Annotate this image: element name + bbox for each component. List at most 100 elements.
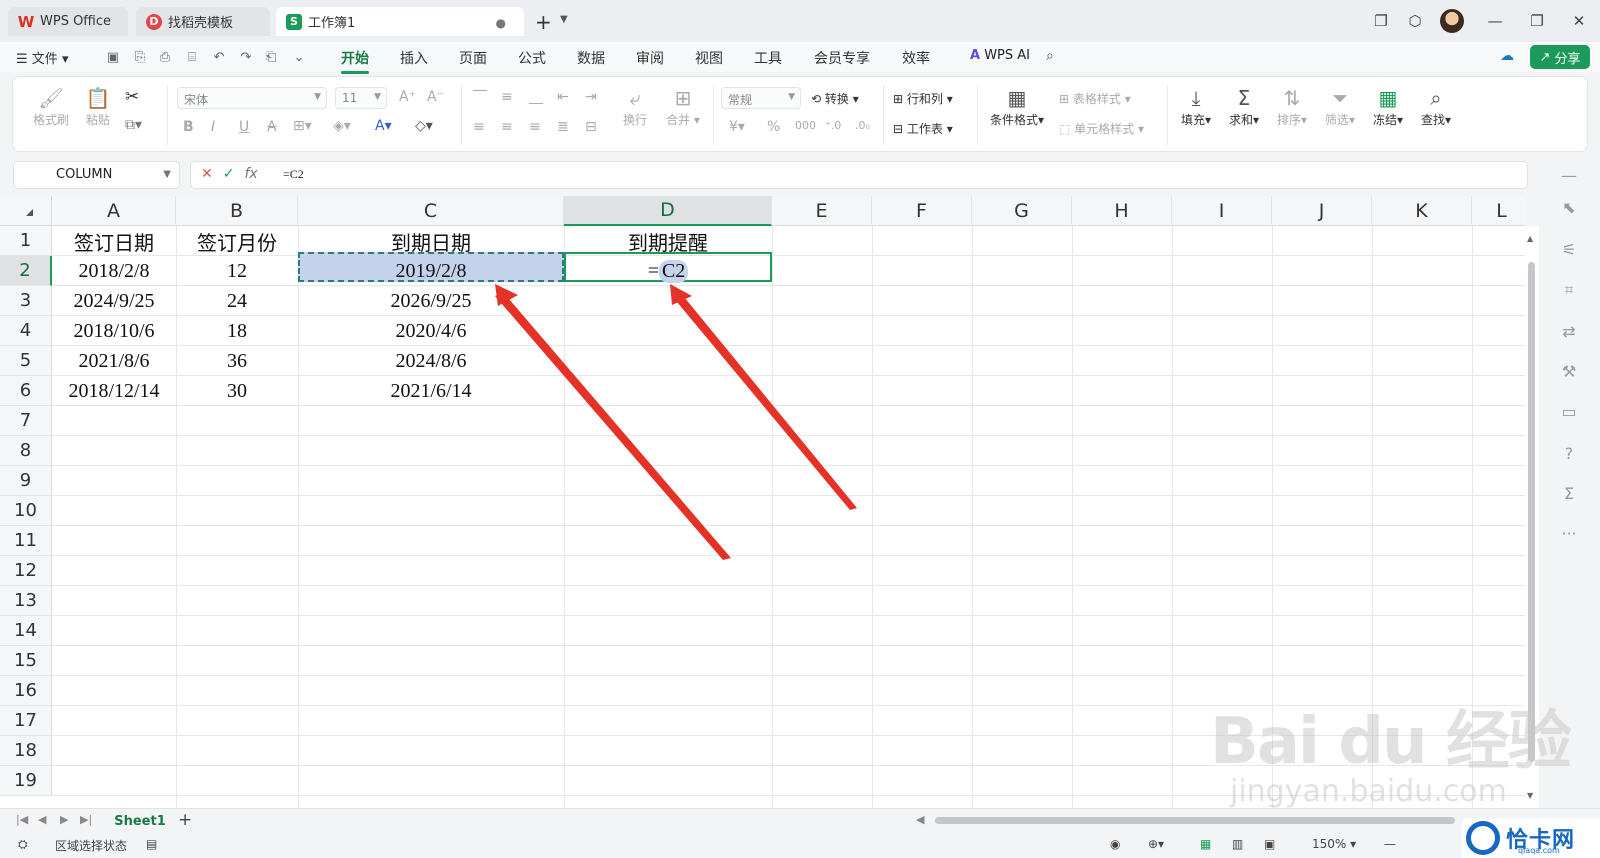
italic-icon[interactable]: I — [211, 119, 215, 135]
share-button[interactable]: ↗ 分享 — [1530, 45, 1590, 69]
cell-style-button[interactable]: ⬚ 单元格样式 ▾ — [1059, 120, 1144, 137]
column-header-b[interactable]: B — [176, 196, 298, 226]
tab-insert[interactable]: 插入 — [400, 48, 428, 68]
scroll-up-icon[interactable]: ▲ — [1527, 234, 1533, 243]
tab-start[interactable]: 开始 — [341, 48, 369, 74]
zoom-out-icon[interactable]: — — [1384, 837, 1396, 851]
paste-button[interactable]: 📋 粘贴 — [79, 85, 117, 128]
cell-d1[interactable]: 到期提醒 — [564, 226, 772, 256]
format-painter-button[interactable]: 🖌 格式刷 — [31, 85, 71, 128]
column-header-g[interactable]: G — [972, 196, 1072, 226]
crosshair-icon[interactable]: ⊕▾ — [1148, 837, 1164, 851]
sum-button[interactable]: Σ 求和▾ — [1223, 85, 1265, 128]
copy-icon[interactable]: ⧉▾ — [125, 117, 142, 133]
cell-d2-editing[interactable]: = C2 — [564, 256, 772, 286]
notes-icon[interactable]: ▤ — [146, 837, 157, 851]
filter-button[interactable]: ⏷ 筛选▾ — [1319, 85, 1361, 128]
column-header-c[interactable]: C — [298, 196, 564, 226]
row-header-18[interactable]: 18 — [0, 736, 52, 766]
tools-icon[interactable]: ⚒ — [1558, 362, 1580, 384]
border-icon[interactable]: ⊞▾ — [293, 118, 312, 134]
chevron-down-icon[interactable]: ▼ — [560, 14, 568, 25]
percent-icon[interactable]: % — [767, 119, 780, 135]
row-header-12[interactable]: 12 — [0, 556, 52, 586]
next-sheet-icon[interactable]: ▶ — [60, 813, 68, 826]
row-header-2[interactable]: 2 — [0, 256, 52, 286]
first-sheet-icon[interactable]: |◀ — [16, 813, 28, 826]
page-layout-icon[interactable]: ▥ — [1232, 837, 1243, 851]
row-header-19[interactable]: 19 — [0, 766, 52, 796]
indent-decrease-icon[interactable]: ⇤ — [557, 89, 569, 105]
align-bottom-icon[interactable]: ⎽ — [529, 89, 543, 105]
cell-b2[interactable]: 12 — [176, 256, 298, 286]
row-header-5[interactable]: 5 — [0, 346, 52, 376]
fx-icon[interactable]: fx — [244, 166, 257, 182]
cloud-upload-icon[interactable]: ☁ — [1500, 48, 1514, 64]
undo-icon[interactable]: ↶ — [210, 48, 228, 66]
window-layout-icon[interactable]: ❐ — [1368, 8, 1394, 34]
export-icon[interactable]: ⎘ — [131, 48, 149, 66]
collapse-icon[interactable]: — — [1558, 166, 1580, 188]
currency-icon[interactable]: ¥▾ — [729, 119, 745, 135]
worksheet-button[interactable]: ⊟ 工作表 ▾ — [893, 120, 953, 137]
tab-review[interactable]: 审阅 — [636, 48, 664, 68]
tab-member[interactable]: 会员专享 — [814, 48, 870, 68]
row-header-9[interactable]: 9 — [0, 466, 52, 496]
macro-icon[interactable]: ⛭ — [18, 837, 28, 852]
minimize-icon[interactable]: — — [1482, 8, 1508, 34]
fill-color-icon[interactable]: ◈▾ — [333, 118, 351, 134]
horizontal-scrollbar[interactable] — [935, 817, 1455, 824]
tab-template[interactable]: D 找稻壳模板 — [136, 7, 270, 36]
new-tab-icon[interactable]: + — [535, 10, 552, 34]
cell-b1[interactable]: 签订月份 — [176, 226, 298, 256]
column-header-l[interactable]: L — [1472, 196, 1525, 226]
name-box[interactable]: COLUMN ▼ — [13, 161, 180, 189]
align-left-icon[interactable]: ≡ — [473, 119, 485, 135]
redo-icon[interactable]: ↷ — [237, 48, 255, 66]
normal-view-icon[interactable]: ▦ — [1200, 837, 1211, 851]
strikethrough-icon[interactable]: A — [267, 119, 277, 135]
eraser-icon[interactable]: ◇▾ — [415, 118, 433, 134]
cell-b5[interactable]: 36 — [176, 346, 298, 376]
page-break-icon[interactable]: ▣ — [1264, 837, 1275, 851]
crop-icon[interactable]: ⌗ — [1558, 280, 1580, 302]
row-header-7[interactable]: 7 — [0, 406, 52, 436]
tab-efficiency[interactable]: 效率 — [902, 48, 930, 68]
formula-input[interactable]: =C2 — [283, 167, 304, 182]
cell-a4[interactable]: 2018/10/6 — [52, 316, 176, 346]
column-header-f[interactable]: F — [872, 196, 972, 226]
print-preview-icon[interactable]: ⌸ — [183, 48, 201, 66]
font-size-select[interactable]: 11 ▼ — [335, 87, 387, 109]
column-header-j[interactable]: J — [1272, 196, 1372, 226]
table-style-button[interactable]: ⊞ 表格样式 ▾ — [1059, 90, 1131, 107]
row-header-1[interactable]: 1 — [0, 226, 52, 256]
more-icon[interactable]: ··· — [1558, 524, 1580, 546]
scroll-thumb[interactable] — [1528, 262, 1535, 762]
tab-view[interactable]: 视图 — [695, 48, 723, 68]
align-right-icon[interactable]: ≡ — [529, 119, 541, 135]
font-grow-icon[interactable]: A⁺ — [399, 89, 416, 105]
scroll-down-icon[interactable]: ▼ — [1527, 791, 1533, 800]
decimal-increase-icon[interactable]: ⁺.0 — [825, 119, 841, 132]
convert-button[interactable]: ⟲ 转换 ▾ — [811, 90, 859, 107]
tab-wps-office[interactable]: W WPS Office — [8, 7, 128, 36]
column-header-e[interactable]: E — [772, 196, 872, 226]
new-doc-icon[interactable]: ⎗ — [262, 48, 280, 66]
cell-c1[interactable]: 到期日期 — [298, 226, 564, 256]
sheet-tab-sheet1[interactable]: Sheet1 — [104, 811, 176, 831]
cell-c4[interactable]: 2020/4/6 — [298, 316, 564, 346]
cut-icon[interactable]: ✂ — [125, 87, 139, 107]
row-header-8[interactable]: 8 — [0, 436, 52, 466]
cond-format-button[interactable]: ▦ 条件格式▾ — [985, 85, 1049, 128]
prev-sheet-icon[interactable]: ◀ — [38, 813, 46, 826]
row-header-15[interactable]: 15 — [0, 646, 52, 676]
search-icon[interactable]: ⌕ — [1046, 48, 1054, 64]
row-header-6[interactable]: 6 — [0, 376, 52, 406]
column-header-k[interactable]: K — [1372, 196, 1472, 226]
distribute-icon[interactable]: ⊟ — [585, 119, 597, 135]
select-all-corner[interactable] — [0, 196, 52, 226]
thousands-icon[interactable]: 000 — [795, 119, 816, 132]
select-pointer-icon[interactable]: ⬉ — [1558, 198, 1580, 220]
row-header-17[interactable]: 17 — [0, 706, 52, 736]
font-name-select[interactable]: 宋体 ▼ — [177, 87, 327, 109]
